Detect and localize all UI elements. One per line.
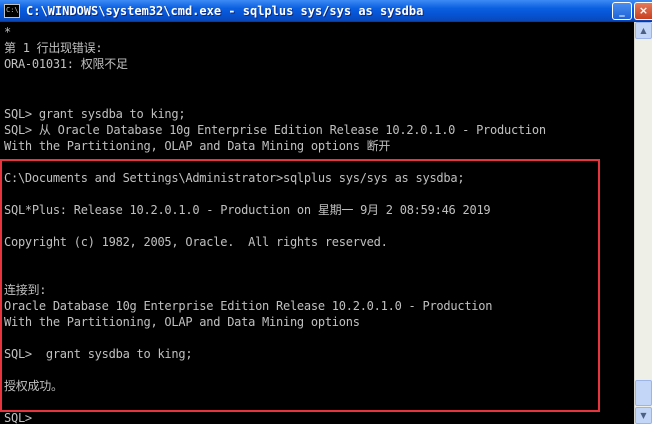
console-line: SQL*Plus: Release 10.2.0.1.0 - Productio… (4, 203, 491, 217)
console-line: 第 1 行出现错误: (4, 41, 103, 55)
vertical-scrollbar[interactable]: ▲ ▼ (634, 22, 652, 424)
console-line: ORA-01031: 权限不足 (4, 57, 128, 71)
console-line: Copyright (c) 1982, 2005, Oracle. All ri… (4, 235, 388, 249)
console-prompt-line[interactable]: SQL> (4, 410, 47, 424)
prompt-text: SQL> (4, 411, 39, 424)
console-line: * (4, 25, 11, 39)
console-line: SQL> 从 Oracle Database 10g Enterprise Ed… (4, 123, 546, 137)
console-line: C:\Documents and Settings\Administrator>… (4, 171, 465, 185)
console-line: 授权成功。 (4, 379, 63, 393)
cmd-window: C:\ C:\WINDOWS\system32\cmd.exe - sqlplu… (0, 0, 652, 424)
console-line: SQL> grant sysdba to king; (4, 107, 186, 121)
console-line: Oracle Database 10g Enterprise Edition R… (4, 299, 493, 313)
console-line: With the Partitioning, OLAP and Data Min… (4, 139, 391, 153)
cmd-app-icon[interactable]: C:\ (4, 4, 20, 18)
minimize-button[interactable]: _ (612, 2, 632, 20)
scroll-down-button[interactable]: ▼ (635, 407, 652, 424)
window-title: C:\WINDOWS\system32\cmd.exe - sqlplus sy… (26, 4, 424, 18)
scroll-thumb[interactable] (635, 380, 652, 406)
title-bar[interactable]: C:\ C:\WINDOWS\system32\cmd.exe - sqlplu… (0, 0, 652, 22)
console-line: SQL> grant sysdba to king; (4, 347, 193, 361)
scroll-up-button[interactable]: ▲ (635, 22, 652, 39)
close-button[interactable]: × (634, 2, 652, 20)
red-highlight-annotation (0, 159, 600, 412)
console-output[interactable]: * 第 1 行出现错误: ORA-01031: 权限不足 SQL> grant … (0, 22, 634, 424)
console-line: 连接到: (4, 283, 47, 297)
console-line: With the Partitioning, OLAP and Data Min… (4, 315, 360, 329)
